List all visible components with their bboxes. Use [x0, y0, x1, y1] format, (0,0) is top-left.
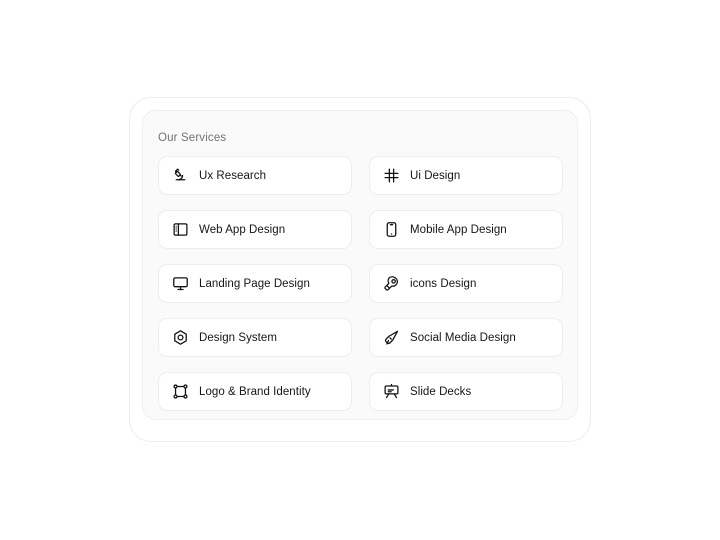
page-root: Our Services Ux Research Ui Design Web A…	[0, 0, 720, 540]
service-label: Design System	[199, 331, 277, 344]
service-item-design-system[interactable]: Design System	[158, 318, 352, 357]
service-item-logo-brand-identity[interactable]: Logo & Brand Identity	[158, 372, 352, 411]
service-item-landing-page-design[interactable]: Landing Page Design	[158, 264, 352, 303]
hexagon-component-icon	[172, 329, 189, 346]
presentation-easel-icon	[383, 383, 400, 400]
service-item-mobile-app-design[interactable]: Mobile App Design	[369, 210, 563, 249]
frame-corners-icon	[172, 383, 189, 400]
service-label: Ux Research	[199, 169, 267, 182]
service-label: Web App Design	[199, 223, 286, 236]
services-grid: Ux Research Ui Design Web App Design Mob…	[158, 156, 563, 411]
crosshair-frame-icon	[383, 167, 400, 184]
megaphone-icon	[383, 329, 400, 346]
microscope-icon	[172, 167, 189, 184]
service-label: Mobile App Design	[410, 223, 507, 236]
service-label: Logo & Brand Identity	[199, 385, 311, 398]
pen-tool-icon	[383, 275, 400, 292]
service-label: Landing Page Design	[199, 277, 310, 290]
service-item-icons-design[interactable]: icons Design	[369, 264, 563, 303]
service-item-web-app-design[interactable]: Web App Design	[158, 210, 352, 249]
layout-panel-left-icon	[172, 221, 189, 238]
panel-title: Our Services	[158, 132, 227, 144]
smartphone-icon	[383, 221, 400, 238]
monitor-icon	[172, 275, 189, 292]
service-label: Slide Decks	[410, 385, 472, 398]
service-item-slide-decks[interactable]: Slide Decks	[369, 372, 563, 411]
service-item-ui-design[interactable]: Ui Design	[369, 156, 563, 195]
service-label: Social Media Design	[410, 331, 516, 344]
service-item-ux-research[interactable]: Ux Research	[158, 156, 352, 195]
our-services-panel: Our Services Ux Research Ui Design Web A…	[142, 110, 578, 420]
service-label: Ui Design	[410, 169, 461, 182]
service-item-social-media-design[interactable]: Social Media Design	[369, 318, 563, 357]
service-label: icons Design	[410, 277, 477, 290]
